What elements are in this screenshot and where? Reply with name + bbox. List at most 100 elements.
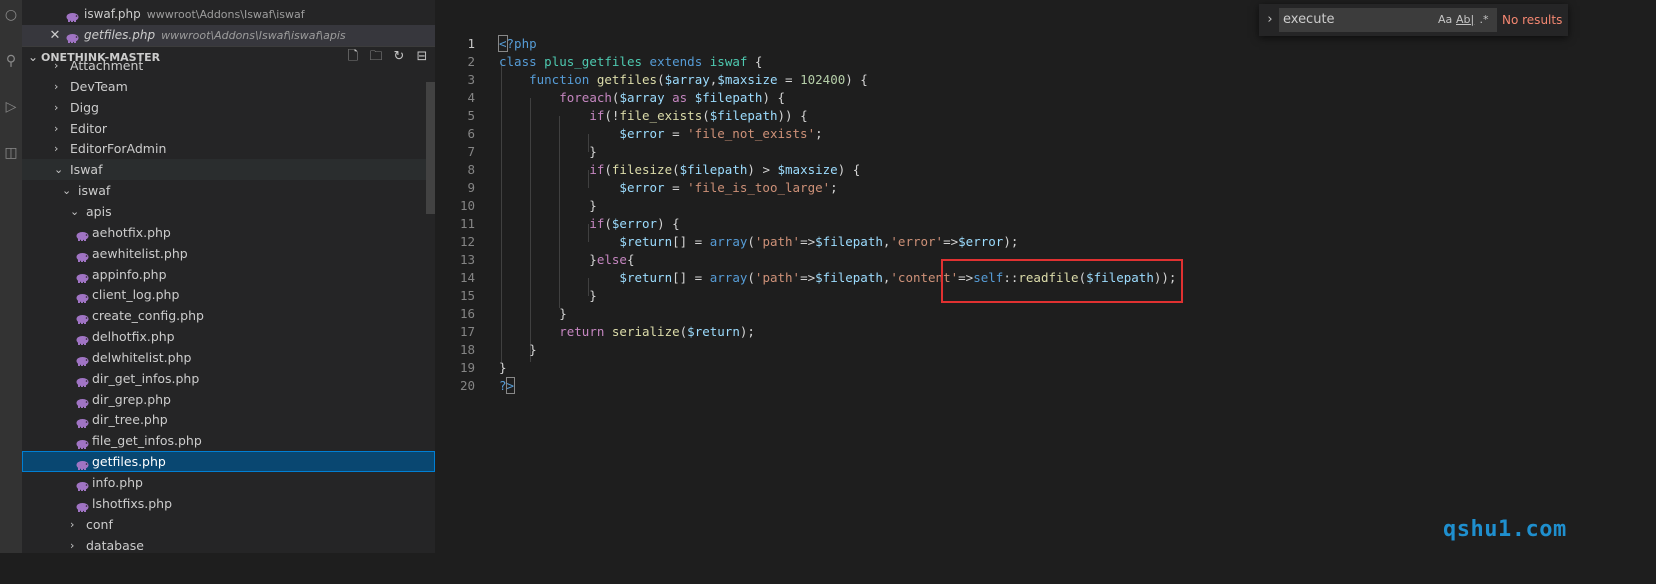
code-line[interactable]: if(filesize($filepath) > $maxsize) { (499, 161, 860, 179)
tree-folder-item[interactable]: › DevTeam (22, 76, 435, 97)
tree-item-label: aehotfix.php (92, 224, 171, 240)
tree-file-item[interactable]: getfiles.php (22, 451, 435, 473)
code-line[interactable]: } (499, 197, 597, 215)
code-line[interactable]: $error = 'file_not_exists'; (499, 125, 822, 143)
source-control-icon[interactable]: ⚲ (0, 50, 22, 72)
chevron-down-icon[interactable]: ⌄ (54, 159, 63, 180)
tree-folder-item[interactable]: › conf (22, 514, 435, 535)
line-number: 3 (467, 72, 475, 87)
line-number: 18 (459, 342, 475, 357)
tree-item-label: getfiles.php (92, 454, 166, 470)
line-number: 1 (467, 36, 475, 51)
line-number: 2 (467, 54, 475, 69)
code-line[interactable]: } (499, 305, 567, 323)
code-line[interactable]: $return[] = array('path'=>$filepath,'err… (499, 233, 1018, 251)
code-line[interactable]: function getfiles($array,$maxsize = 1024… (499, 71, 868, 89)
chevron-right-icon[interactable]: › (54, 76, 58, 97)
chevron-right-icon[interactable]: › (54, 55, 58, 76)
tree-file-item[interactable]: aehotfix.php (22, 222, 435, 243)
tree-item-label: dir_get_infos.php (92, 370, 200, 386)
tree-file-item[interactable]: file_get_infos.php (22, 430, 435, 451)
code-line[interactable]: }else{ (499, 251, 634, 269)
line-number: 19 (459, 360, 475, 375)
tree-folder-item[interactable]: ⌄ Iswaf (22, 159, 435, 181)
search-icon[interactable]: ○ (0, 4, 22, 26)
chevron-down-icon[interactable]: ⌄ (62, 180, 71, 201)
tree-item-label: file_get_infos.php (92, 433, 202, 449)
tree-file-item[interactable]: dir_tree.php (22, 409, 435, 430)
line-number: 20 (459, 378, 475, 393)
code-line[interactable]: foreach($array as $filepath) { (499, 89, 785, 107)
chevron-right-icon[interactable]: › (1263, 11, 1277, 29)
code-line[interactable]: } (499, 341, 537, 359)
line-number: 9 (467, 180, 475, 195)
line-number: 8 (467, 162, 475, 177)
chevron-right-icon[interactable]: › (70, 535, 74, 553)
tree-item-label: Editor (70, 120, 107, 136)
tree-item-label: database (86, 537, 144, 553)
tree-folder-item[interactable]: › EditorForAdmin (22, 138, 435, 159)
chevron-right-icon[interactable]: › (54, 97, 58, 118)
tree-item-label: appinfo.php (92, 266, 167, 282)
tree-file-item[interactable]: aewhitelist.php (22, 243, 435, 264)
tree-item-label: iswaf (78, 183, 111, 199)
code-line[interactable]: if($error) { (499, 215, 679, 233)
open-editor-item[interactable]: ✕ getfiles.php wwwroot\Addons\Iswaf\iswaf\… (22, 25, 435, 46)
code-line[interactable]: } (499, 287, 597, 305)
code-line[interactable]: class plus_getfiles extends iswaf { (499, 53, 762, 71)
tree-item-label: dir_tree.php (92, 412, 168, 428)
tree-file-item[interactable]: delhotfix.php (22, 326, 435, 347)
open-editor-filename: iswaf.php (84, 7, 141, 21)
tree-item-label: Iswaf (70, 162, 103, 178)
tree-folder-item[interactable]: ⌄ apis (22, 201, 435, 222)
run-debug-icon[interactable]: ▷ (0, 96, 22, 118)
tree-item-label: Digg (70, 99, 99, 115)
code-line[interactable]: ?> (499, 377, 516, 395)
tree-file-item[interactable]: create_config.php (22, 305, 435, 326)
chevron-right-icon[interactable]: › (54, 118, 58, 139)
tree-file-item[interactable]: appinfo.php (22, 264, 435, 285)
chevron-right-icon[interactable]: › (70, 514, 74, 535)
code-line[interactable]: } (499, 359, 507, 377)
sidebar: iswaf.php wwwroot\Addons\Iswaf\iswaf ✕ getf… (22, 0, 435, 553)
tree-file-item[interactable]: delwhitelist.php (22, 347, 435, 368)
tree-file-item[interactable]: info.php (22, 472, 435, 493)
tree-item-label: client_log.php (92, 287, 180, 303)
line-number: 4 (467, 90, 475, 105)
code-line[interactable]: $error = 'file_is_too_large'; (499, 179, 837, 197)
tree-item-label: delwhitelist.php (92, 349, 192, 365)
tree-file-item[interactable]: client_log.php (22, 284, 435, 305)
tree-item-label: dir_grep.php (92, 391, 171, 407)
regex-icon[interactable]: .* (1477, 12, 1491, 28)
line-number: 6 (467, 126, 475, 141)
code-line[interactable]: } (499, 143, 597, 161)
code-line[interactable]: if(!file_exists($filepath)) { (499, 107, 807, 125)
tree-folder-item[interactable]: › database (22, 535, 435, 553)
open-editor-filename: getfiles.php (84, 28, 156, 42)
tree-folder-item[interactable]: › Digg (22, 97, 435, 118)
code-editor[interactable]: 1 2 3 4 5 6 7 8 9 10 11 12 13 14 15 16 17 18 19 20 <?php cla… (435, 0, 1568, 553)
extensions-icon[interactable]: ◫ (0, 142, 22, 164)
close-icon[interactable]: ✕ (48, 25, 62, 46)
whole-word-icon[interactable]: Ab| (1456, 12, 1474, 28)
tree-folder-item[interactable]: › Editor (22, 118, 435, 139)
match-case-icon[interactable]: Aa (1438, 12, 1452, 28)
sidebar-scrollbar[interactable] (426, 82, 435, 214)
find-result: No results (1502, 13, 1563, 27)
tree-file-item[interactable]: dir_get_infos.php (22, 368, 435, 389)
tree-item-label: info.php (92, 475, 143, 490)
tree-file-item[interactable]: lshotfixs.php (22, 493, 435, 514)
line-number: 17 (459, 324, 475, 339)
activity-bar: ○ ⚲ ▷ ◫ (0, 0, 22, 553)
tree-folder-item[interactable]: ⌄ iswaf (22, 180, 435, 201)
line-number: 16 (459, 306, 475, 321)
code-line[interactable]: return serialize($return); (499, 323, 755, 341)
tree-file-item[interactable]: dir_grep.php (22, 389, 435, 410)
tree-item-label: EditorForAdmin (70, 141, 167, 157)
chevron-down-icon[interactable]: ⌄ (70, 201, 79, 222)
chevron-right-icon[interactable]: › (54, 138, 58, 159)
open-editor-item[interactable]: iswaf.php wwwroot\Addons\Iswaf\iswaf (22, 4, 435, 25)
line-number: 15 (459, 288, 475, 303)
code-line[interactable]: <?php (498, 35, 537, 53)
tree-folder-item[interactable]: › Attachment (22, 55, 435, 76)
